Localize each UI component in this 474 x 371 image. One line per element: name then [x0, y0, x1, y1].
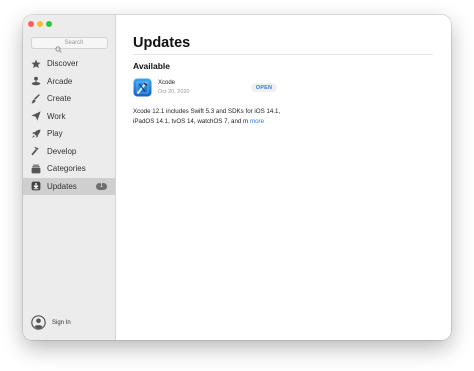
sidebar-item-label: Develop — [47, 146, 77, 156]
sidebar-item-label: Arcade — [47, 76, 73, 86]
star-icon — [31, 59, 41, 69]
page-title: Updates — [133, 35, 191, 51]
app-store-window: Search Discover Arcade Create Work Play … — [23, 15, 451, 340]
hammer-icon — [31, 146, 41, 156]
sidebar-item-create[interactable]: Create — [23, 90, 115, 108]
joystick-icon — [31, 76, 41, 86]
app-update-date: Oct 20, 2020 — [158, 89, 190, 95]
minimize-window-button[interactable] — [37, 21, 43, 27]
sign-in-label: Sign In — [52, 319, 71, 326]
main-content: Updates Available Xcode Oct 20, 2020 OPE… — [116, 15, 451, 340]
sidebar-item-discover[interactable]: Discover — [23, 55, 115, 73]
window-controls — [28, 21, 52, 27]
sidebar-item-label: Updates — [47, 181, 77, 191]
sidebar-item-updates[interactable]: Updates 1 — [23, 177, 115, 195]
release-notes: Xcode 12.1 includes Swift 5.3 and SDKs f… — [133, 107, 283, 126]
title-divider — [133, 54, 433, 55]
sign-in-button[interactable]: Sign In — [31, 315, 71, 330]
sidebar-item-label: Play — [47, 129, 63, 139]
xcode-icon[interactable] — [133, 78, 152, 97]
close-window-button[interactable] — [28, 21, 34, 27]
sidebar-item-label: Categories — [47, 164, 86, 174]
sidebar-item-work[interactable]: Work — [23, 108, 115, 126]
person-circle-icon — [31, 315, 46, 330]
sidebar-item-label: Discover — [47, 59, 79, 69]
stack-icon — [31, 164, 41, 174]
sidebar-item-arcade[interactable]: Arcade — [23, 73, 115, 91]
sidebar-item-label: Work — [47, 111, 66, 121]
sidebar-item-play[interactable]: Play — [23, 125, 115, 143]
open-button[interactable]: OPEN — [251, 83, 277, 92]
zoom-window-button[interactable] — [46, 21, 52, 27]
search-icon — [55, 40, 63, 53]
search-placeholder: Search — [64, 40, 84, 46]
updates-count-badge: 1 — [95, 182, 107, 190]
search-field[interactable]: Search — [31, 37, 108, 53]
sidebar-item-categories[interactable]: Categories — [23, 160, 115, 178]
download-icon — [31, 181, 41, 191]
section-title-available: Available — [133, 61, 171, 71]
brush-icon — [31, 93, 41, 104]
rocket-icon — [31, 129, 41, 139]
more-link[interactable]: more — [250, 118, 264, 125]
paper-plane-icon — [31, 111, 41, 121]
sidebar-nav: Discover Arcade Create Work Play Develop… — [23, 55, 115, 195]
sidebar: Search Discover Arcade Create Work Play … — [23, 15, 116, 340]
app-name: Xcode — [158, 80, 176, 86]
sidebar-item-develop[interactable]: Develop — [23, 143, 115, 161]
sidebar-item-label: Create — [47, 94, 72, 104]
